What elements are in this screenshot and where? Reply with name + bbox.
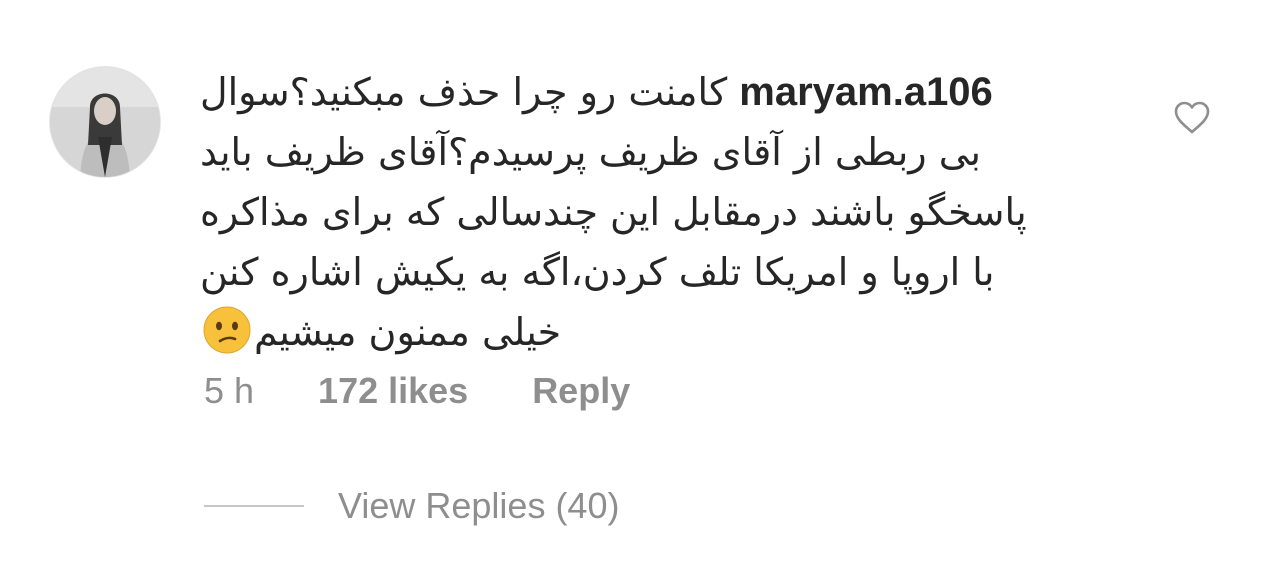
comment-meta: 5 h 172 likes Reply: [204, 366, 630, 416]
heart-outline-icon[interactable]: [1172, 98, 1212, 138]
comment-time: 5 h: [204, 370, 255, 411]
comment-line-4: با اروپا و امریکا تلف کردن،اگه به یکیش ا…: [200, 250, 995, 294]
view-replies-label: View Replies (40): [338, 485, 620, 526]
comment-text: maryam.a106 کامنت رو چرا حذف مبکنید؟سوال…: [200, 62, 1100, 362]
reply-button[interactable]: Reply: [532, 370, 630, 412]
view-replies-button[interactable]: View Replies (40): [204, 478, 619, 534]
avatar[interactable]: [50, 67, 160, 177]
comment-likes[interactable]: 172 likes: [318, 370, 468, 412]
comment-line-5-text: خیلی ممنون میشیم: [254, 310, 562, 354]
avatar-photo: [50, 67, 160, 177]
comment: maryam.a106 کامنت رو چرا حذف مبکنید؟سوال…: [200, 62, 1100, 362]
comment-line-5: خیلی ممنون میشیم: [200, 302, 1100, 362]
comment-username[interactable]: maryam.a106: [739, 70, 993, 114]
replies-divider: [204, 505, 304, 507]
confused-face-emoji: [203, 306, 251, 354]
comment-line-1-text: کامنت رو چرا حذف مبکنید؟سوال: [200, 70, 728, 114]
comment-line-2: بی ربطی از آقای ظریف پرسیدم؟آقای ظریف با…: [200, 130, 981, 174]
comment-line-3: پاسخگو باشند درمقابل این چندسالی که برای…: [200, 190, 1027, 234]
comment-line-1: maryam.a106 کامنت رو چرا حذف مبکنید؟سوال: [200, 62, 1100, 122]
